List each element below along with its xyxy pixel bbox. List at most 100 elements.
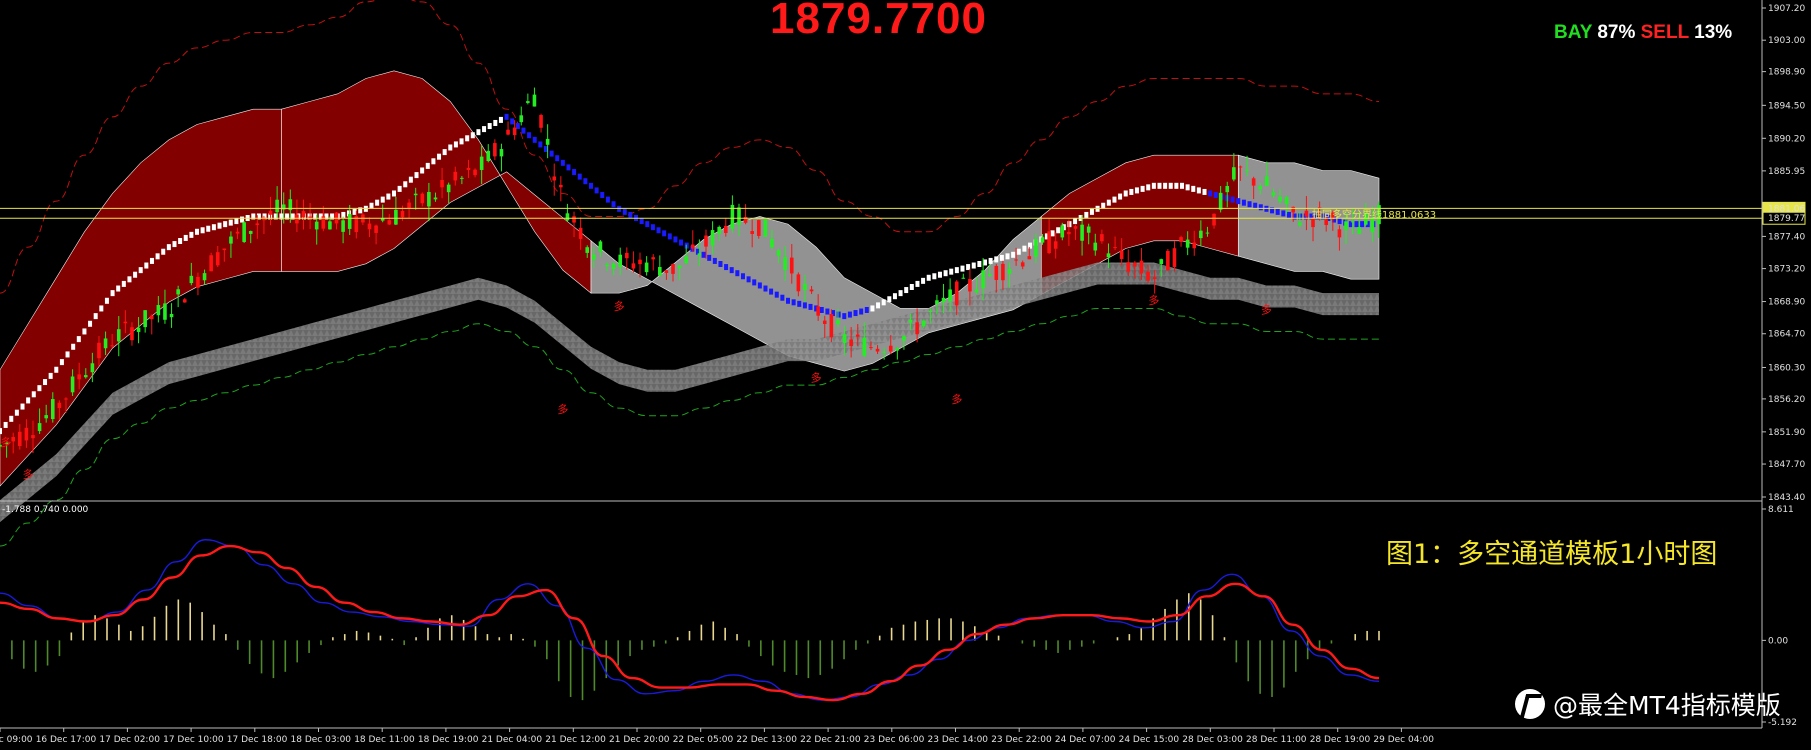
- price-tick-label: 1860.30: [1768, 363, 1805, 373]
- trend-dot: [217, 222, 222, 229]
- trend-dot: [20, 403, 25, 410]
- candle-body: [248, 231, 253, 234]
- trend-dot: [572, 169, 577, 176]
- trend-dot: [808, 303, 813, 310]
- trend-dot: [93, 313, 98, 320]
- candle-body: [737, 207, 741, 225]
- candle-body: [413, 193, 418, 196]
- price-tick-label: 1879.77: [1768, 214, 1805, 224]
- trend-dot: [1005, 253, 1010, 260]
- trend-dot: [431, 158, 436, 165]
- trend-dot: [628, 211, 633, 218]
- trend-dot: [234, 218, 239, 225]
- candle-body: [1073, 226, 1078, 229]
- candle-body: [770, 239, 774, 248]
- candle-body: [202, 273, 207, 281]
- trend-dot: [59, 359, 64, 366]
- trend-dot: [172, 241, 177, 248]
- osc-tick-label: 0.00: [1768, 636, 1788, 646]
- candle-body: [222, 248, 227, 251]
- candle-body: [1304, 210, 1309, 217]
- candle-body: [156, 305, 161, 316]
- trend-dot: [1106, 199, 1111, 206]
- candle-body: [1100, 234, 1104, 242]
- trend-dot: [43, 379, 48, 386]
- time-tick-label: 28 Dec 19:00: [1310, 735, 1371, 745]
- candle-body: [453, 171, 458, 181]
- trend-dot: [133, 271, 138, 278]
- trend-dot: [577, 173, 582, 180]
- trend-dot: [459, 138, 464, 145]
- watermark: @最全MT4指标模版: [1515, 686, 1781, 722]
- candle-body: [849, 339, 853, 346]
- candle-body: [677, 265, 682, 269]
- trend-dot: [166, 244, 171, 251]
- candle-body: [1159, 259, 1164, 264]
- trend-dot: [825, 308, 830, 315]
- candle-body: [1245, 169, 1249, 171]
- trend-dot: [1022, 245, 1027, 252]
- trend-dot: [510, 118, 515, 125]
- candle-body: [446, 184, 451, 193]
- trend-dot: [155, 253, 160, 260]
- buy-marker: 多: [811, 370, 822, 384]
- trend-dot: [921, 277, 926, 284]
- candle-body: [347, 214, 352, 229]
- trend-dot: [392, 190, 396, 197]
- buy-marker: 多: [1, 435, 12, 449]
- sell-label: SELL: [1640, 22, 1689, 43]
- candle-body: [466, 167, 471, 170]
- trend-dot: [560, 159, 565, 166]
- trend-dot: [780, 294, 785, 301]
- candle-body: [928, 310, 933, 312]
- trend-dot: [1157, 182, 1162, 189]
- trend-dot: [594, 187, 599, 194]
- buy-marker: 多: [557, 402, 568, 416]
- price-tick-label: 1903.00: [1768, 36, 1805, 46]
- candle-body: [1106, 253, 1111, 258]
- trend-dot: [1123, 190, 1128, 197]
- candle-body: [314, 221, 319, 230]
- trend-dot: [403, 181, 408, 188]
- candle-body: [1093, 242, 1098, 251]
- trend-dot: [870, 305, 875, 312]
- candle-body: [196, 276, 200, 288]
- trend-dot: [977, 260, 982, 267]
- candle-body: [994, 265, 999, 280]
- trend-dot: [1101, 202, 1106, 209]
- trend-dot: [842, 313, 847, 320]
- buy-marker: 多: [23, 467, 34, 481]
- candle-body: [981, 270, 985, 289]
- trend-dot: [859, 308, 864, 315]
- candle-body: [235, 231, 240, 234]
- trend-dot: [1056, 227, 1061, 234]
- trend-dot: [752, 279, 757, 286]
- candle-body: [1080, 224, 1084, 241]
- candle-body: [1139, 260, 1144, 274]
- trend-dot: [904, 287, 909, 294]
- trend-dot: [954, 267, 959, 274]
- trend-dot: [178, 238, 183, 245]
- candle-body: [11, 437, 15, 442]
- candle-body: [420, 193, 425, 204]
- trend-dot: [600, 192, 605, 199]
- trend-dot: [442, 149, 447, 156]
- candle-body: [116, 329, 121, 342]
- candle-body: [526, 101, 530, 103]
- candle-body: [704, 235, 708, 247]
- price-tick-label: 1864.70: [1768, 330, 1805, 340]
- candle-body: [578, 227, 583, 239]
- trend-dot: [104, 297, 109, 304]
- candle-body: [97, 342, 101, 359]
- trend-dot: [673, 236, 678, 243]
- trend-dot: [566, 164, 571, 171]
- price-tick-label: 1898.90: [1768, 68, 1805, 78]
- candle-body: [869, 347, 873, 349]
- candle-body: [433, 197, 438, 200]
- trend-dot: [1067, 221, 1072, 228]
- candle-body: [387, 220, 392, 225]
- candle-body: [697, 253, 702, 256]
- candle-body: [1014, 259, 1018, 261]
- sell-value: 13%: [1694, 22, 1733, 43]
- time-tick-label: 18 Dec 11:00: [354, 735, 415, 745]
